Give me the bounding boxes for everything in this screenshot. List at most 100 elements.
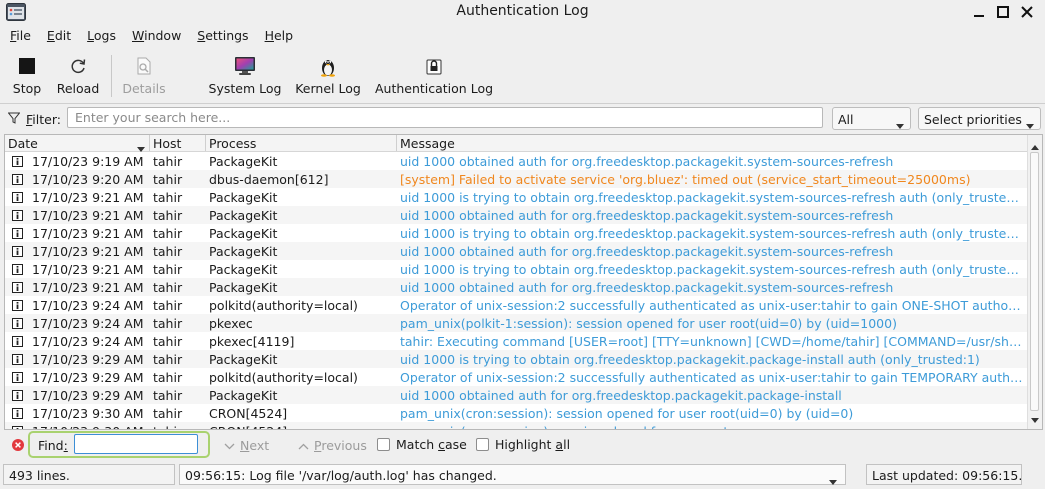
table-row[interactable]: 17/10/23 9:30 AM tahir CRON[4524] pam_unix(… (5, 404, 1027, 422)
cell-process: pkexec[4119] (209, 334, 295, 349)
cell-host: tahir (153, 334, 183, 349)
cell-message: uid 1000 obtained auth for org.freedeskt… (400, 280, 894, 295)
tux-penguin-icon (319, 55, 337, 77)
cell-message: uid 1000 obtained auth for org.freedeskt… (400, 244, 894, 259)
menu-window[interactable]: Window (122, 25, 181, 47)
system-log-button[interactable]: System Log (206, 47, 284, 101)
table-row[interactable]: 17/10/23 9:21 AM tahir PackageKit uid 1000 … (5, 206, 1027, 224)
table-row[interactable]: 17/10/23 9:19 AM tahir PackageKit uid 1000 … (5, 152, 1027, 170)
cell-date: 17/10/23 9:21 AM (32, 208, 144, 223)
status-message-select[interactable]: 09:56:15: Log file '/var/log/auth.log' h… (179, 464, 846, 485)
filter-bar: Filter: All Select priorities (0, 104, 1045, 134)
cell-date: 17/10/23 9:24 AM (32, 298, 144, 313)
cell-message: Operator of unix-session:2 successfully … (400, 370, 1023, 385)
cell-date: 17/10/23 9:29 AM (32, 388, 144, 403)
close-find-icon[interactable] (12, 439, 24, 454)
cell-date: 17/10/23 9:24 AM (32, 334, 144, 349)
find-label: Find: (38, 438, 68, 453)
scroll-down-icon[interactable] (1031, 411, 1039, 426)
table-row[interactable]: 17/10/23 9:24 AM tahir polkitd(authority=l… (5, 296, 1027, 314)
table-row[interactable]: 17/10/23 9:30 AMtahirCRON[4524]pam_unix(… (5, 422, 1027, 429)
menu-mnemonic: L (87, 28, 94, 43)
highlight-all-mnemonic: a (555, 437, 564, 452)
cell-process: PackageKit (209, 226, 278, 241)
scrollbar-thumb[interactable] (1030, 152, 1039, 411)
priorities-select[interactable]: Select priorities (918, 107, 1041, 130)
table-row[interactable]: 17/10/23 9:21 AM tahir PackageKit uid 1000 … (5, 242, 1027, 260)
cell-message: [system] Failed to activate service 'org… (400, 172, 971, 187)
column-header-label: Message (400, 136, 455, 151)
info-icon (12, 281, 23, 296)
column-header-label: Host (153, 136, 182, 151)
menu-file[interactable]: File (0, 25, 31, 47)
table-row[interactable]: 17/10/23 9:21 AM tahir PackageKit uid 1000 … (5, 278, 1027, 296)
cell-date: 17/10/23 9:24 AM (32, 316, 144, 331)
stop-button[interactable]: Stop (8, 47, 46, 101)
cell-date: 17/10/23 9:30 AM (32, 406, 144, 421)
chevron-down-icon (224, 438, 235, 453)
authentication-log-button[interactable]: Authentication Log (375, 47, 493, 101)
vertical-scrollbar[interactable] (1027, 135, 1042, 429)
table-row[interactable]: 17/10/23 9:21 AM tahir PackageKit uid 1000 … (5, 224, 1027, 242)
highlight-all-label: Highlight (495, 437, 556, 452)
menu-mnemonic: H (264, 28, 274, 43)
details-icon (136, 55, 152, 77)
cell-message: uid 1000 obtained auth for org.freedeskt… (400, 154, 894, 169)
column-header-host[interactable]: Host (150, 135, 206, 151)
cell-process: PackageKit (209, 262, 278, 277)
table-row[interactable]: 17/10/23 9:21 AM tahir PackageKit uid 1000 … (5, 260, 1027, 278)
maximize-icon[interactable] (993, 3, 1013, 21)
column-header-date[interactable]: Date (5, 135, 150, 152)
scroll-up-icon[interactable] (1031, 138, 1039, 153)
table-row[interactable]: 17/10/23 9:24 AM tahir pkexec[4119] tahir: … (5, 332, 1027, 350)
search-input[interactable] (67, 107, 823, 128)
scope-select-value: All (838, 112, 854, 127)
details-button[interactable]: Details (120, 47, 168, 101)
status-bar: 493 lines. 09:56:15: Log file '/var/log/… (0, 461, 1045, 489)
table-row[interactable]: 17/10/23 9:29 AM tahir polkitd(authority=l… (5, 368, 1027, 386)
find-label-mnemonic: : (63, 438, 68, 453)
table-row[interactable]: 17/10/23 9:24 AM tahir pkexec pam_unix(polk… (5, 314, 1027, 332)
info-icon (12, 227, 23, 242)
table-row[interactable]: 17/10/23 9:29 AM tahir PackageKit uid 1000 … (5, 350, 1027, 368)
filter-funnel-icon (7, 112, 21, 127)
filter-label: Filter: (26, 112, 61, 127)
find-next-button[interactable]: Next (224, 438, 269, 453)
menu-help[interactable]: Help (255, 25, 294, 47)
cell-host: tahir (153, 406, 183, 421)
cell-date: 17/10/23 9:19 AM (32, 154, 144, 169)
menu-logs[interactable]: Logs (77, 25, 116, 47)
table-row[interactable]: 17/10/23 9:21 AM tahir PackageKit uid 1000 … (5, 188, 1027, 206)
cell-message: Operator of unix-session:2 successfully … (400, 298, 1023, 313)
cell-host: tahir (153, 388, 183, 403)
column-header-message[interactable]: Message (397, 135, 1027, 151)
find-input[interactable] (74, 434, 198, 454)
cell-date: 17/10/23 9:21 AM (32, 280, 144, 295)
cell-message: pam_unix(cron:session): session opened f… (400, 406, 854, 421)
minimize-icon[interactable] (969, 3, 989, 21)
system-log-label: System Log (208, 81, 282, 96)
menu-label: ile (16, 28, 31, 43)
menu-label: dit (54, 28, 72, 43)
close-icon[interactable] (1017, 3, 1037, 21)
table-row[interactable]: 17/10/23 9:29 AM tahir PackageKit uid 1000 … (5, 386, 1027, 404)
menu-edit[interactable]: Edit (37, 25, 71, 47)
cell-process: CRON[4524] (209, 406, 288, 421)
cell-process: PackageKit (209, 244, 278, 259)
cell-date: 17/10/23 9:21 AM (32, 190, 144, 205)
menu-mnemonic: W (132, 28, 145, 43)
highlight-all-checkbox[interactable]: Highlight all (476, 437, 570, 452)
match-case-checkbox[interactable]: Match case (377, 437, 467, 452)
cell-host: tahir (153, 262, 183, 277)
reload-button[interactable]: Reload (56, 47, 100, 101)
menu-settings[interactable]: Settings (187, 25, 248, 47)
scope-select[interactable]: All (832, 107, 911, 130)
table-row[interactable]: 17/10/23 9:20 AM tahir dbus-daemon[612] [sy… (5, 170, 1027, 188)
find-bar: Find: Next Previous Match case Highlight… (0, 430, 1045, 459)
find-previous-button[interactable]: Previous (298, 438, 367, 453)
kernel-log-button[interactable]: Kernel Log (295, 47, 361, 101)
column-header-label: Date (8, 136, 38, 151)
highlight-all-label-rest: ll (563, 437, 571, 452)
reload-label: Reload (56, 81, 100, 96)
column-header-process[interactable]: Process (206, 135, 397, 151)
